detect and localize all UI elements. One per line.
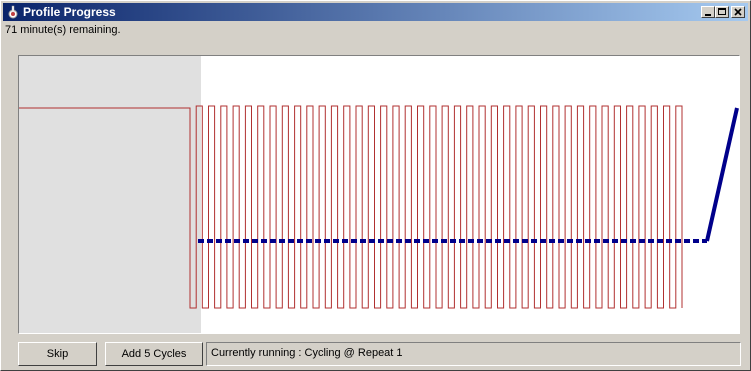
- window-title: Profile Progress: [23, 5, 116, 19]
- close-button[interactable]: [731, 6, 745, 18]
- title-bar[interactable]: Profile Progress: [3, 3, 748, 21]
- profile-graph: [18, 55, 740, 334]
- thermometer-icon: [8, 5, 18, 19]
- minimize-button[interactable]: [701, 6, 715, 18]
- time-remaining-label: 71 minute(s) remaining.: [5, 24, 121, 36]
- profile-progress-window: Profile Progress 71 minute(s) remaining.…: [0, 0, 751, 371]
- elapsed-region: [19, 56, 201, 333]
- final-ramp-line: [705, 107, 739, 242]
- maximize-button[interactable]: [715, 6, 729, 18]
- maximize-icon: [718, 8, 726, 15]
- status-text: Currently running : Cycling @ Repeat 1: [206, 342, 741, 366]
- close-icon: [734, 8, 742, 16]
- profile-graph-canvas: [19, 56, 739, 333]
- minimize-icon: [705, 14, 711, 16]
- add-5-cycles-button[interactable]: Add 5 Cycles: [105, 342, 203, 366]
- skip-button[interactable]: Skip: [18, 342, 97, 366]
